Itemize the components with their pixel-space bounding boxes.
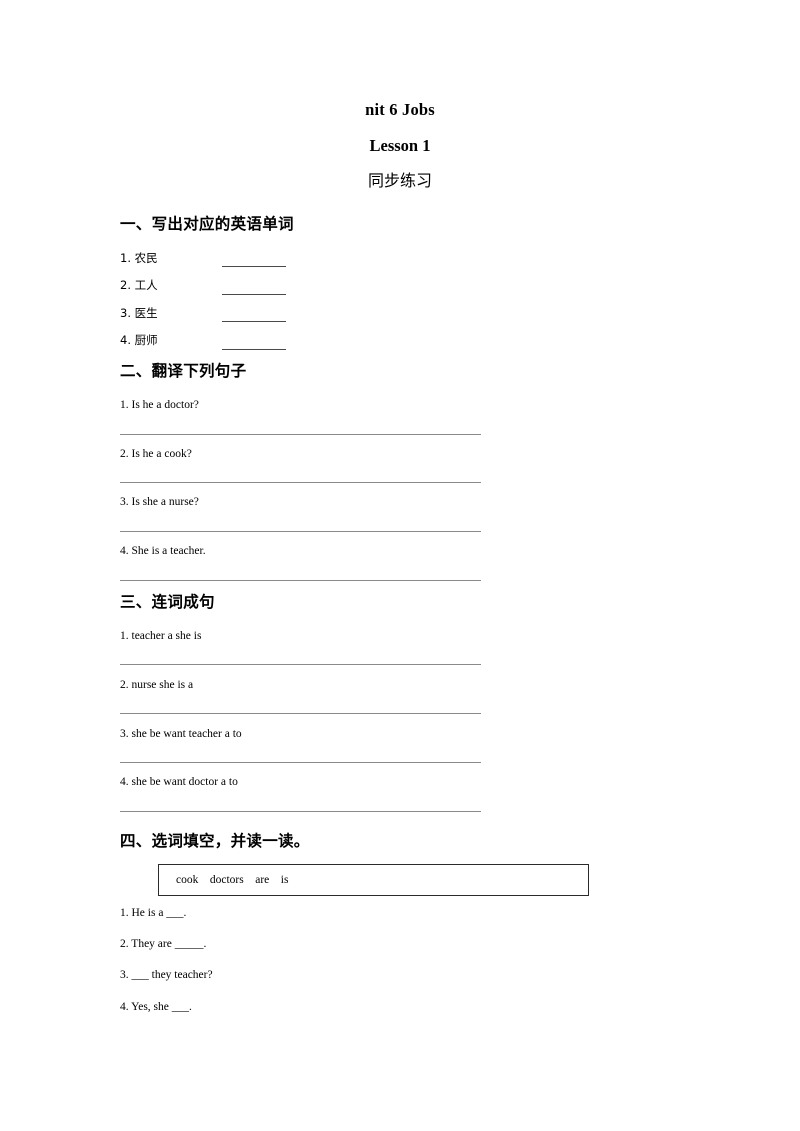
list-item[interactable]: 4. Yes, she ___. bbox=[120, 1000, 192, 1015]
list-item: 3. Is she a nurse? bbox=[120, 496, 199, 508]
answer-rule[interactable] bbox=[120, 762, 481, 763]
section-heading-4: 四、选词填空，并读一读。 bbox=[120, 832, 310, 850]
answer-blank[interactable] bbox=[222, 349, 286, 350]
answer-rule[interactable] bbox=[120, 580, 481, 581]
section-heading-3: 三、连词成句 bbox=[120, 593, 215, 611]
list-item: 2. nurse she is a bbox=[120, 679, 194, 691]
word-bank-box: cook doctors are is bbox=[158, 864, 589, 896]
exercise-subtitle: 同步练习 bbox=[367, 171, 432, 190]
answer-rule[interactable] bbox=[120, 664, 481, 665]
section-heading-1: 一、写出对应的英语单词 bbox=[120, 215, 294, 233]
answer-rule[interactable] bbox=[120, 811, 481, 812]
answer-rule[interactable] bbox=[120, 531, 481, 532]
list-item: 4. She is a teacher. bbox=[120, 545, 206, 557]
title-block: nit 6 Jobs Lesson 1 同步练习 bbox=[0, 97, 800, 193]
list-item: 3. 医生 bbox=[120, 306, 158, 320]
answer-blank[interactable] bbox=[222, 321, 286, 322]
page-title: nit 6 Jobs bbox=[365, 100, 435, 119]
list-item: 1. 农民 bbox=[120, 251, 158, 265]
list-item[interactable]: 2. They are _____. bbox=[120, 937, 206, 952]
word-bank-words: cook doctors are is bbox=[176, 874, 289, 886]
list-item: 3. she be want teacher a to bbox=[120, 728, 242, 740]
list-item: 4. 厨师 bbox=[120, 333, 158, 347]
answer-rule[interactable] bbox=[120, 482, 481, 483]
answer-rule[interactable] bbox=[120, 434, 481, 435]
answer-rule[interactable] bbox=[120, 713, 481, 714]
list-item[interactable]: 1. He is a ___. bbox=[120, 906, 186, 921]
answer-blank[interactable] bbox=[222, 266, 286, 267]
worksheet-page: nit 6 Jobs Lesson 1 同步练习 一、写出对应的英语单词 1. … bbox=[0, 0, 800, 1131]
list-item: 1. Is he a doctor? bbox=[120, 399, 199, 411]
list-item[interactable]: 3. ___ they teacher? bbox=[120, 968, 213, 983]
lesson-subtitle: Lesson 1 bbox=[369, 136, 431, 155]
section-heading-2: 二、翻译下列句子 bbox=[120, 362, 247, 380]
answer-blank[interactable] bbox=[222, 294, 286, 295]
list-item: 2. 工人 bbox=[120, 278, 158, 292]
list-item: 2. Is he a cook? bbox=[120, 448, 192, 460]
list-item: 4. she be want doctor a to bbox=[120, 776, 238, 788]
list-item: 1. teacher a she is bbox=[120, 630, 202, 642]
